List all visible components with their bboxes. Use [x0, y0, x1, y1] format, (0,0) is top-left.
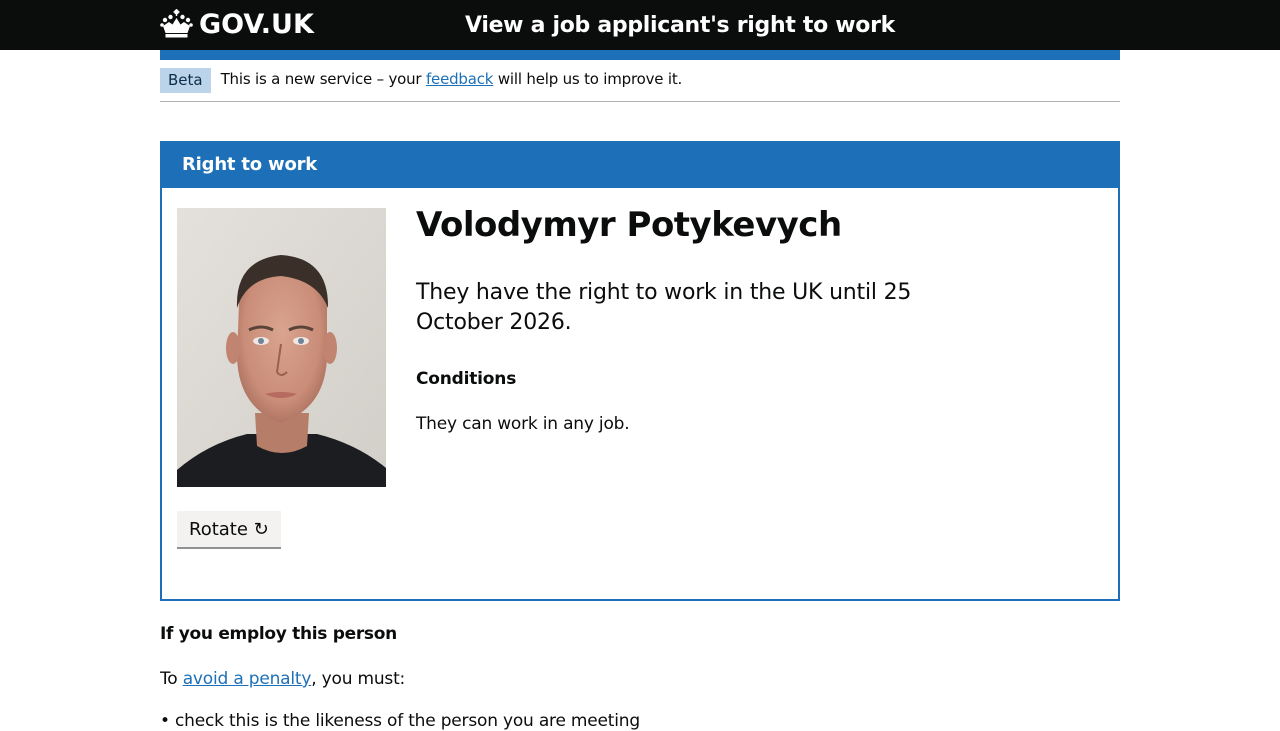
- phase-text-after: will help us to improve it.: [497, 70, 683, 88]
- list-item: • check this is the likeness of the pers…: [160, 711, 640, 731]
- penalty-text-after: , you must:: [311, 669, 406, 689]
- card-header: Right to work: [160, 141, 1120, 188]
- penalty-instruction: To avoid a penalty, you must:: [160, 669, 405, 689]
- penalty-text-before: To: [160, 669, 178, 689]
- applicant-photo: [177, 208, 386, 487]
- crown-icon: [160, 9, 193, 38]
- service-name-link[interactable]: View a job applicant's right to work: [440, 0, 920, 50]
- feedback-link[interactable]: feedback: [426, 70, 494, 88]
- site-header: GOV.UK View a job applicant's right to w…: [0, 0, 1280, 50]
- right-to-work-card: Right to work Rotate ↻ Volodymyr Potykev…: [160, 141, 1120, 601]
- avoid-penalty-link[interactable]: avoid a penalty: [183, 669, 312, 689]
- conditions-text: They can work in any job.: [416, 414, 630, 434]
- applicant-name: Volodymyr Potykevych: [416, 205, 842, 245]
- phase-banner-text: This is a new service – your feedback wi…: [221, 67, 683, 91]
- govuk-logo-text: GOV.UK: [199, 8, 314, 40]
- beta-tag: Beta: [160, 68, 211, 93]
- phase-text-before: This is a new service – your: [220, 70, 422, 88]
- rotate-button[interactable]: Rotate ↻: [177, 511, 281, 549]
- employ-heading: If you employ this person: [160, 624, 397, 644]
- right-to-work-status: They have the right to work in the UK un…: [416, 280, 912, 335]
- conditions-heading: Conditions: [416, 369, 517, 389]
- applicant-portrait-image: [177, 208, 386, 487]
- govuk-logo-link[interactable]: GOV.UK: [160, 6, 314, 42]
- phase-banner: Beta This is a new service – your feedba…: [160, 68, 1120, 102]
- card-title: Right to work: [182, 154, 318, 175]
- header-blue-bar: [160, 50, 1120, 60]
